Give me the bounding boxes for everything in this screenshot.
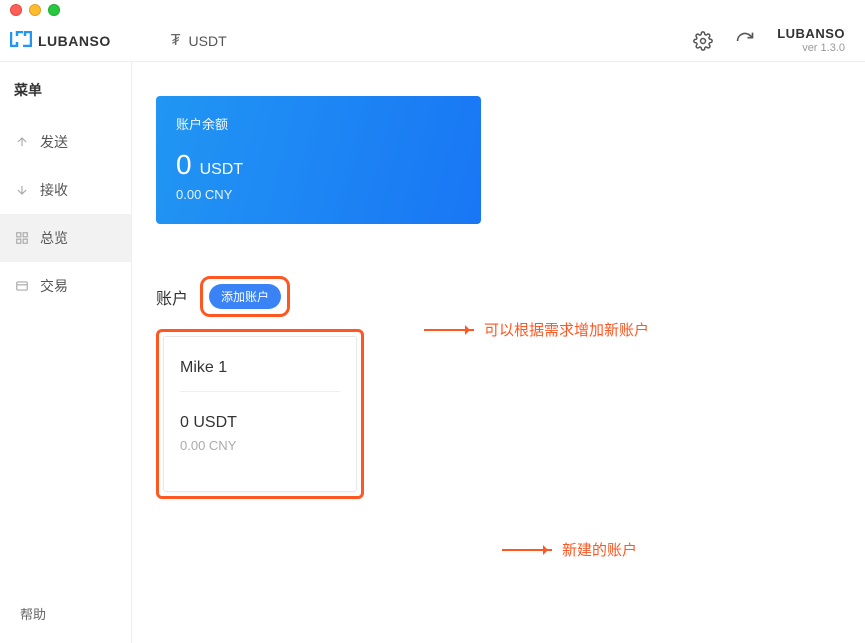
brand-logo: LUBANSO — [10, 31, 111, 50]
annotation-new-account: 新建的账户 — [502, 539, 637, 560]
account-secondary: 0.00 CNY — [180, 438, 340, 453]
brand-icon — [10, 31, 32, 50]
version-number: ver 1.3.0 — [777, 42, 845, 55]
sidebar-item-send[interactable]: 发送 — [0, 118, 131, 166]
refresh-button[interactable] — [735, 31, 755, 51]
currency-label: USDT — [189, 33, 227, 49]
brand-name: LUBANSO — [38, 33, 111, 49]
menu-title: 菜单 — [0, 80, 131, 118]
version-info: LUBANSO ver 1.3.0 — [777, 26, 845, 55]
app-header: LUBANSO ₮ USDT LUBANSO ver 1.3.0 — [0, 20, 865, 62]
sidebar-item-overview[interactable]: 总览 — [0, 214, 131, 262]
sidebar-item-label: 总览 — [40, 228, 68, 248]
gear-icon — [693, 31, 713, 51]
send-icon — [14, 135, 30, 149]
arrow-icon — [424, 329, 474, 330]
arrow-icon — [502, 549, 552, 550]
currency-selector[interactable]: ₮ USDT — [171, 32, 227, 50]
window-close-button[interactable] — [10, 4, 22, 16]
sidebar-item-receive[interactable]: 接收 — [0, 166, 131, 214]
transactions-icon — [14, 279, 30, 293]
sidebar-item-label: 发送 — [40, 132, 68, 152]
annotation-text: 新建的账户 — [562, 539, 637, 560]
window-titlebar — [0, 0, 865, 20]
sidebar-item-transactions[interactable]: 交易 — [0, 262, 131, 310]
receive-icon — [14, 183, 30, 197]
balance-unit: USDT — [200, 161, 244, 179]
account-name: Mike 1 — [180, 359, 340, 392]
overview-icon — [14, 231, 30, 245]
accounts-section-label: 账户 — [156, 285, 188, 309]
annotation-add-account: 可以根据需求增加新账户 — [424, 319, 649, 340]
sidebar-item-label: 交易 — [40, 276, 68, 296]
balance-card: 账户余额 0 USDT 0.00 CNY — [156, 96, 481, 224]
refresh-icon — [735, 31, 755, 51]
window-minimize-button[interactable] — [29, 4, 41, 16]
sidebar: 菜单 发送 接收 总览 交易 帮助 — [0, 62, 132, 643]
window-maximize-button[interactable] — [48, 4, 60, 16]
help-link[interactable]: 帮助 — [0, 584, 131, 643]
sidebar-item-label: 接收 — [40, 180, 68, 200]
main-content: 账户余额 0 USDT 0.00 CNY 账户 添加账户 Mike 1 0 US… — [132, 62, 865, 643]
settings-button[interactable] — [693, 31, 713, 51]
annotation-text: 可以根据需求增加新账户 — [484, 319, 649, 340]
account-balance: 0 USDT — [180, 414, 340, 432]
balance-label: 账户余额 — [176, 114, 461, 133]
version-brand: LUBANSO — [777, 26, 845, 42]
balance-secondary: 0.00 CNY — [176, 187, 461, 202]
add-account-highlight: 添加账户 — [200, 276, 290, 317]
account-card[interactable]: Mike 1 0 USDT 0.00 CNY — [163, 336, 357, 492]
balance-amount: 0 — [176, 149, 192, 181]
add-account-button[interactable]: 添加账户 — [209, 284, 281, 309]
currency-symbol-icon: ₮ — [171, 32, 181, 50]
account-card-highlight: Mike 1 0 USDT 0.00 CNY — [156, 329, 364, 499]
